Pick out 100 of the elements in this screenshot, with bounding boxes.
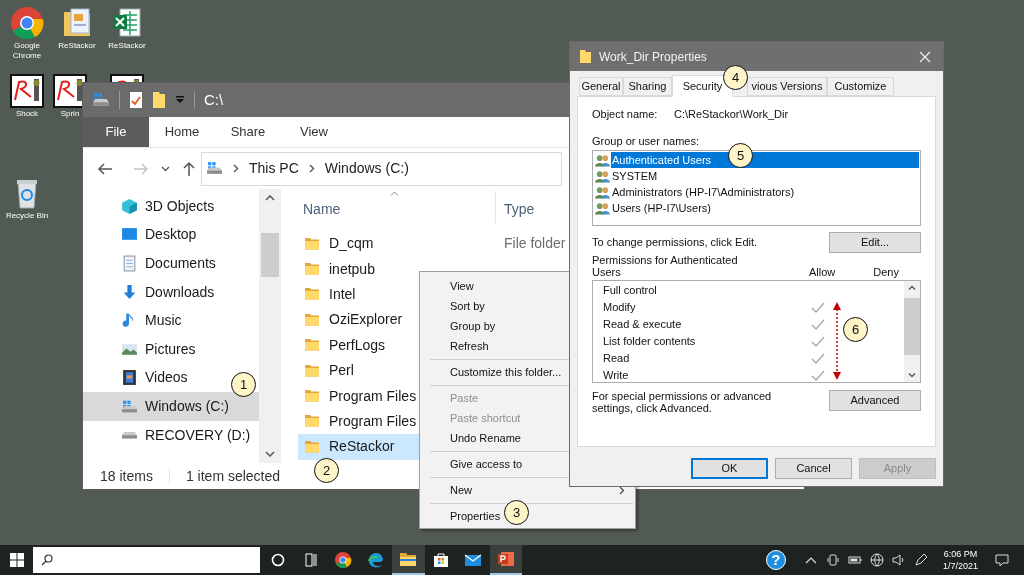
file-name: D_cqm	[329, 234, 374, 254]
folder-icon	[579, 49, 592, 64]
document-icon	[121, 255, 138, 272]
breadcrumb[interactable]: This PC	[249, 158, 299, 179]
users-icon	[595, 153, 610, 167]
field-value: C:\ReStackor\Work_Dir	[674, 106, 789, 122]
status-text: 1 item selected	[184, 466, 282, 486]
permission-name: Read & execute	[602, 317, 683, 333]
window-title: C:\	[204, 89, 224, 110]
scrollbar[interactable]	[259, 189, 281, 463]
windows-logo-icon[interactable]	[10, 553, 24, 567]
file-name: Perl	[329, 361, 354, 381]
menu-item[interactable]: Sort by	[450, 297, 485, 315]
chevron-right-icon[interactable]	[308, 164, 315, 173]
nav-pane-item[interactable]: 3D Objects	[121, 195, 215, 217]
desktop-icon-label[interactable]: Google Chrome	[5, 41, 49, 61]
breadcrumb[interactable]: Windows (C:)	[324, 158, 409, 179]
column-header[interactable]: Name	[298, 198, 498, 220]
close-icon[interactable]	[919, 50, 931, 63]
address-bar[interactable]: This PC Windows (C:)	[201, 151, 562, 186]
scrollbar-thumb[interactable]	[904, 298, 920, 355]
taskbar-button[interactable]	[489, 545, 522, 575]
chevron-down-icon[interactable]	[265, 451, 275, 457]
chevron-down-icon[interactable]	[161, 165, 170, 172]
permission-name: Read	[602, 351, 631, 367]
dialog-tab[interactable]: Security	[672, 75, 733, 97]
nav-pane-item[interactable]: Documents	[121, 253, 216, 274]
scrollbar-thumb[interactable]	[261, 233, 279, 277]
desktop-icon-label[interactable]: ReStackor	[58, 41, 96, 51]
ribbon-tab[interactable]: Share	[215, 117, 281, 147]
dialog-button[interactable]: Cancel	[775, 458, 852, 479]
chevron-up-icon[interactable]	[265, 195, 275, 201]
slides-logo-icon	[496, 550, 515, 568]
ribbon-tab[interactable]: Home	[149, 117, 215, 147]
drive-icon[interactable]	[92, 92, 110, 108]
folder-icon	[304, 438, 320, 455]
notification-icon[interactable]	[994, 552, 1010, 568]
scrollbar[interactable]	[904, 281, 920, 382]
globe-icon[interactable]	[868, 552, 885, 568]
menu-item[interactable]: New	[450, 481, 472, 499]
help-icon[interactable]: ?	[765, 550, 786, 570]
browser-logo-icon	[10, 6, 44, 40]
desktop-icon-label[interactable]: Recycle Bin	[5, 211, 49, 221]
desktop-icon-label[interactable]: Sprin	[60, 109, 80, 119]
drive-icon	[206, 161, 223, 176]
menu-item[interactable]: Properties	[450, 507, 501, 525]
folder-icon	[304, 261, 320, 278]
desktop-icon-label[interactable]: Shock	[15, 109, 39, 119]
desktop-icon-label[interactable]: ReStackor	[108, 41, 146, 51]
column-header[interactable]: Type	[498, 198, 535, 220]
dialog-tab[interactable]: General	[579, 77, 623, 96]
users-icon	[595, 185, 610, 199]
file-menu-button[interactable]: File	[83, 117, 149, 147]
chevron-down-icon[interactable]	[908, 373, 916, 378]
dialog-tab[interactable]: vious Versions	[747, 77, 827, 96]
nav-pane-item[interactable]: RECOVERY (D:)	[121, 424, 251, 446]
cube-icon	[121, 197, 138, 215]
menu-item[interactable]: Group by	[450, 317, 496, 335]
menu-item[interactable]: Refresh	[450, 337, 489, 355]
folder-icon	[304, 311, 320, 328]
advanced-button[interactable]: Advanced	[829, 390, 921, 411]
edit-button[interactable]: Edit...	[829, 232, 921, 253]
file-name: OziExplorer	[329, 310, 403, 330]
checklist-icon[interactable]	[129, 91, 143, 109]
window-title: Work_Dir Properties	[599, 48, 708, 66]
ribbon-tab[interactable]: View	[281, 117, 347, 147]
drive-icon	[121, 431, 138, 440]
dialog-tab[interactable]: Customize	[827, 77, 894, 96]
browser-logo-icon	[334, 551, 353, 569]
back-arrow-icon[interactable]	[97, 161, 113, 176]
clock-date[interactable]: 1/7/2021	[942, 560, 978, 572]
device-icon[interactable]	[824, 552, 841, 568]
menu-item[interactable]: Customize this folder...	[450, 363, 562, 381]
nav-pane-item[interactable]: Desktop	[121, 224, 197, 246]
file-type: File folder	[503, 234, 566, 254]
folder-icon	[304, 235, 320, 252]
folder-icon[interactable]	[152, 91, 166, 109]
nav-pane-item[interactable]: Windows (C:)	[83, 392, 259, 421]
pen-icon[interactable]	[912, 552, 929, 568]
file-row[interactable]: D_cqm	[298, 231, 498, 257]
permission-name: Write	[602, 368, 630, 384]
permission-name: Full control	[602, 283, 658, 299]
chevron-right-icon[interactable]	[233, 164, 239, 173]
folder-icon	[399, 550, 418, 568]
user-list-item[interactable]: Administrators (HP-I7\Administrators)	[611, 184, 919, 200]
edge-logo-icon	[366, 551, 385, 569]
folder-icon	[304, 337, 320, 354]
user-list-item[interactable]: SYSTEM	[611, 168, 919, 184]
search-field[interactable]	[33, 547, 260, 573]
taskbar-button[interactable]	[392, 545, 425, 575]
user-list-item[interactable]: Users (HP-I7\Users)	[611, 200, 919, 216]
nav-pane-item[interactable]: Downloads	[121, 281, 215, 303]
clock-time[interactable]: 6:06 PM	[943, 548, 978, 560]
dialog-button[interactable]: OK	[691, 458, 768, 479]
up-arrow-icon[interactable]	[182, 160, 196, 177]
nav-pane-item[interactable]: Pictures	[121, 338, 196, 360]
nav-pane-item[interactable]: Videos	[121, 367, 188, 389]
dialog-tab[interactable]: Sharing	[623, 77, 672, 96]
nav-pane-item[interactable]: Music	[121, 310, 182, 332]
dropdown-icon[interactable]	[175, 95, 185, 105]
